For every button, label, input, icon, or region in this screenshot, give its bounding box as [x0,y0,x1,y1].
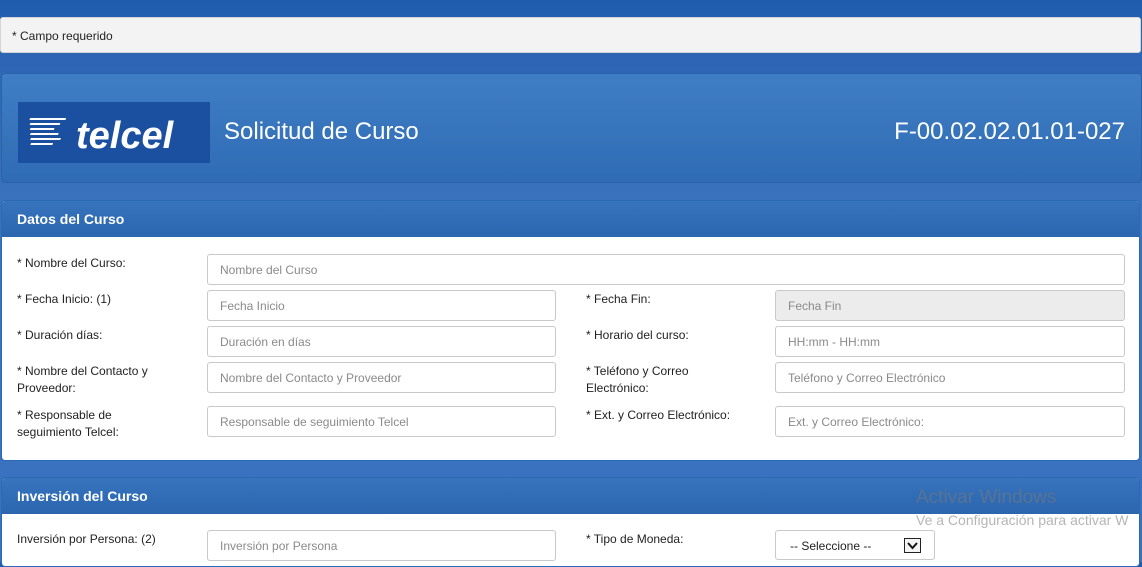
activation-watermark-title: Activar Windows [916,487,1057,508]
contacto-label: * Nombre del Contacto y Proveedor: [17,364,148,395]
fecha-inicio-input[interactable] [207,290,556,321]
fecha-inicio-label: * Fecha Inicio: (1) [17,292,112,306]
nombre-curso-input[interactable] [207,254,1125,285]
telcel-logo: telcel [18,102,210,163]
telcel-logo-text: telcel [76,115,175,157]
nombre-curso-label: * Nombre del Curso: [17,256,126,270]
horario-label: * Horario del curso: [586,328,689,342]
tipo-moneda-label: * Tipo de Moneda: [586,532,684,546]
duracion-input[interactable] [207,326,556,357]
responsable-input[interactable] [207,406,556,437]
form-header: telcel Solicitud de Curso F-00.02.02.01.… [1,73,1142,183]
ext-correo-input[interactable] [775,406,1125,437]
form-code: F-00.02.02.01.01-027 [894,118,1125,145]
chevron-down-icon[interactable] [904,538,921,553]
page-title: Solicitud de Curso [224,118,419,145]
telcel-logo-mark: telcel [29,115,175,157]
tipo-moneda-select[interactable]: -- Seleccione -- [775,530,935,560]
activation-watermark-subtitle: Ve a Configuración para activar W [916,512,1129,528]
fecha-fin-input[interactable] [775,290,1125,321]
inversion-persona-label: Inversión por Persona: (2) [17,532,156,546]
contacto-input[interactable] [207,362,556,393]
fecha-fin-label: * Fecha Fin: [586,292,651,306]
inversion-persona-input[interactable] [207,530,556,561]
responsable-label: * Responsable de seguimiento Telcel: [17,408,119,439]
horario-input[interactable] [775,326,1125,357]
duracion-label: * Duración días: [17,328,103,342]
datos-curso-panel: Datos del Curso * Nombre del Curso: * Fe… [1,200,1140,461]
required-notice-text: * Campo requerido [12,29,113,43]
telefono-label: * Teléfono y Correo Electrónico: [586,364,689,395]
tipo-moneda-selected: -- Seleccione -- [790,539,872,553]
ext-correo-label: * Ext. y Correo Electrónico: [586,408,731,422]
datos-curso-heading: Datos del Curso [2,201,1139,237]
chevron-down-icon-glyph [907,542,918,550]
telefono-input[interactable] [775,362,1125,393]
required-notice-bar: * Campo requerido [0,17,1141,53]
